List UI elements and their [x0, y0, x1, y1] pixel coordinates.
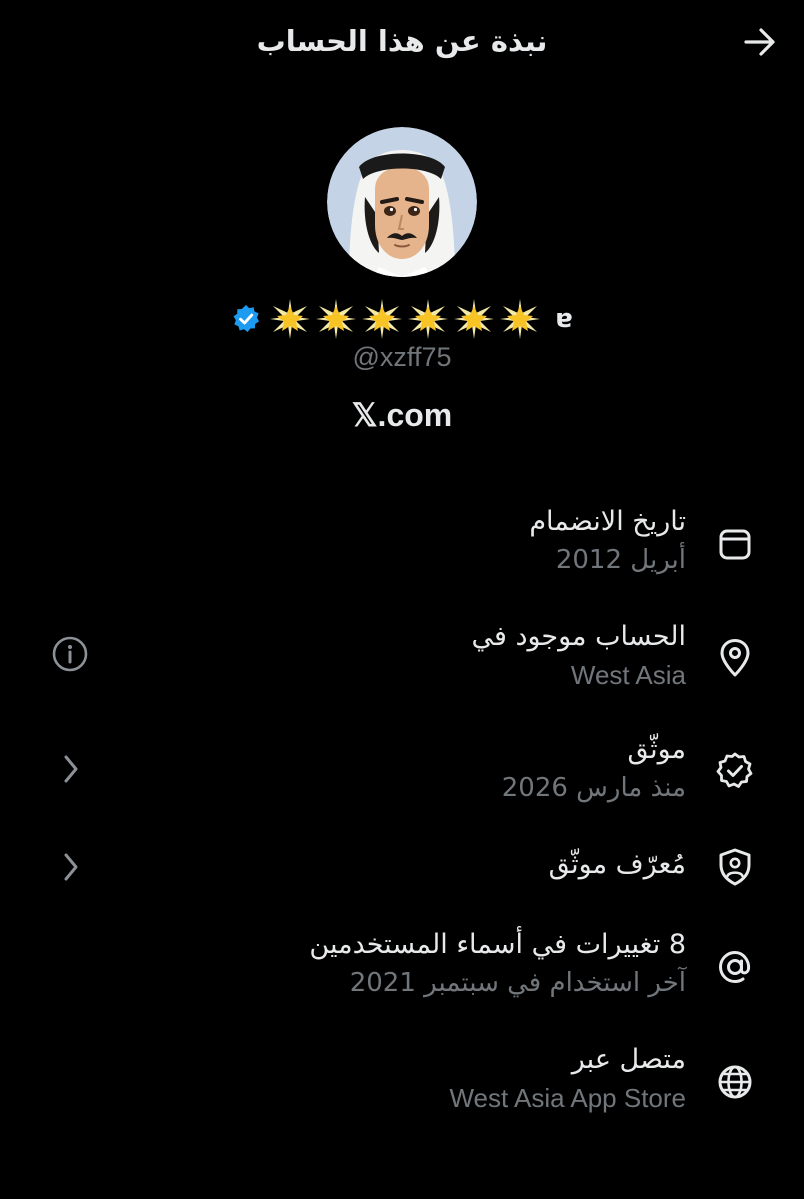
row-label: موثّق — [627, 734, 686, 765]
name-suffix-glyph: ɐ — [555, 304, 573, 334]
avatar[interactable] — [327, 127, 477, 277]
info-row-verified[interactable]: موثّق منذ مارس 2026 — [0, 730, 804, 814]
location-pin-icon — [713, 636, 757, 680]
info-row-location: الحساب موجود في West Asia — [0, 617, 804, 701]
row-label: تاريخ الانضمام — [529, 506, 686, 537]
avatar-illustration — [327, 127, 477, 277]
header-bar: نبذة عن هذا الحساب — [0, 0, 804, 86]
page-title: نبذة عن هذا الحساب — [256, 24, 548, 58]
display-name: ɐ — [150, 296, 654, 342]
verified-badge-icon — [231, 304, 261, 334]
info-row-join-date: تاريخ الانضمام أبريل 2012 — [0, 502, 804, 586]
star-emoji-icon — [407, 298, 449, 340]
star-emoji-icon — [453, 298, 495, 340]
row-value: منذ مارس 2026 — [501, 773, 686, 803]
star-emoji-icon — [269, 298, 311, 340]
row-label: مُعرّف موثّق — [548, 849, 686, 880]
row-value: أبريل 2012 — [555, 545, 686, 575]
website-link[interactable]: 𝕏.com — [150, 396, 654, 434]
row-value: West Asia — [570, 660, 686, 690]
at-sign-icon — [713, 945, 757, 989]
row-label: 8 تغييرات في أسماء المستخدمين — [309, 929, 686, 960]
info-row-verified-id[interactable]: مُعرّف موثّق — [0, 843, 804, 893]
star-emoji-icon — [315, 298, 357, 340]
row-label: الحساب موجود في — [471, 621, 686, 652]
back-button[interactable] — [736, 24, 784, 64]
calendar-icon — [713, 521, 757, 565]
info-row-username-changes: 8 تغييرات في أسماء المستخدمين آخر استخدا… — [0, 925, 804, 1009]
globe-icon — [713, 1060, 757, 1104]
verified-seal-icon — [713, 749, 757, 793]
star-emoji-icon — [361, 298, 403, 340]
username-handle: @xzff75 — [352, 342, 452, 372]
row-label: متصل عبر — [571, 1044, 686, 1075]
about-account-screen: نبذة عن هذا الحساب ɐ @xzff75 𝕏.com تاريخ… — [0, 0, 804, 1199]
star-emoji-icon — [499, 298, 541, 340]
chevron-left-icon[interactable] — [48, 747, 92, 791]
chevron-left-icon[interactable] — [48, 845, 92, 889]
id-shield-icon — [713, 845, 757, 889]
row-value: آخر استخدام في سبتمبر 2021 — [349, 968, 686, 998]
row-value: West Asia App Store — [449, 1083, 686, 1113]
info-icon — [51, 635, 89, 677]
info-row-connected-via: متصل عبر West Asia App Store — [0, 1040, 804, 1124]
info-button[interactable] — [48, 634, 92, 678]
arrow-right-icon — [743, 27, 777, 61]
